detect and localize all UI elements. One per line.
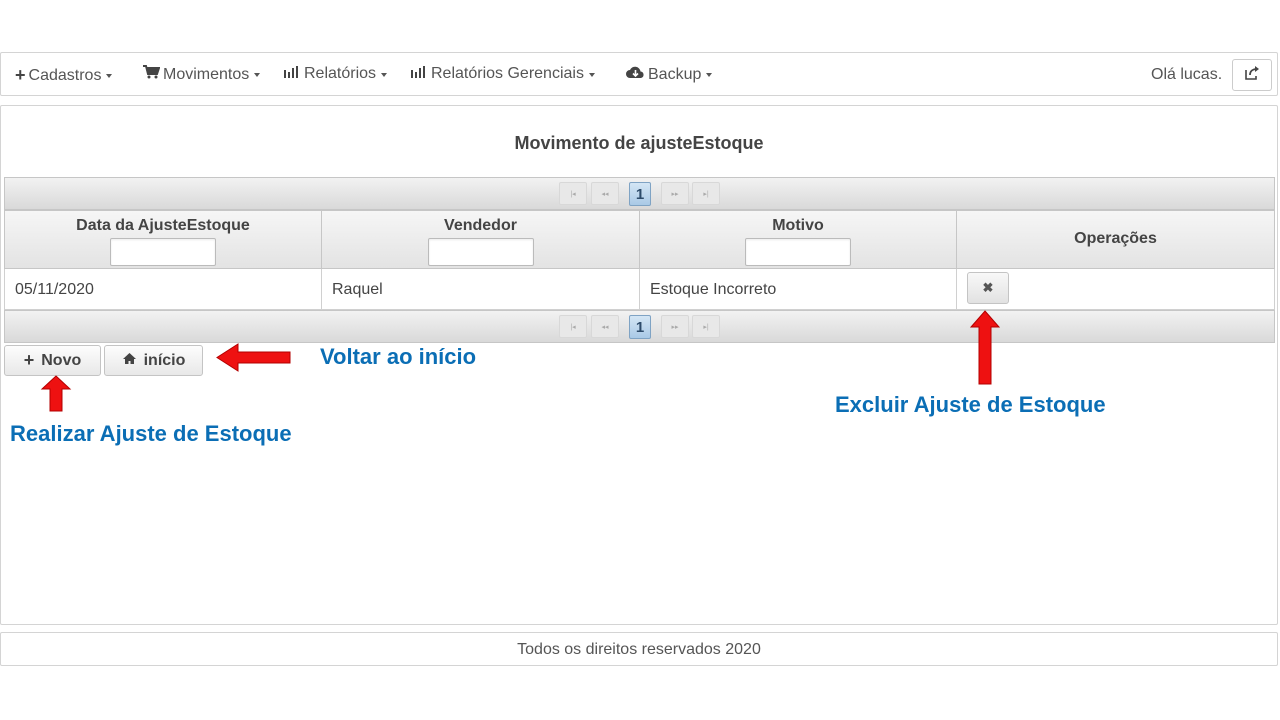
menu-backup-label: Backup xyxy=(648,65,702,83)
cart-icon xyxy=(143,65,161,84)
plus-icon: + xyxy=(15,65,26,85)
column-header-vendedor: Vendedor xyxy=(322,211,640,268)
inicio-button-label: início xyxy=(143,351,186,369)
logout-button[interactable] xyxy=(1232,59,1272,91)
current-page[interactable]: 1 xyxy=(629,315,651,339)
bar-chart-icon xyxy=(411,65,428,83)
menu-relatorios-gerenciais-label: Relatórios Gerenciais xyxy=(431,65,584,82)
menu-backup[interactable]: Backup xyxy=(626,65,713,84)
home-icon xyxy=(122,352,137,370)
paginator-bottom: |◂ ◂◂ 1 ▸▸ ▸| xyxy=(4,310,1275,343)
annotation-voltar: Voltar ao início xyxy=(320,344,477,369)
caret-down-icon xyxy=(588,72,595,77)
menu-movimentos-label: Movimentos xyxy=(163,65,250,83)
top-navbar: + Cadastros Movimentos Relatórios Relató… xyxy=(0,52,1278,96)
novo-button-label: Novo xyxy=(41,351,82,369)
column-label: Operações xyxy=(1074,230,1157,247)
last-page-button[interactable]: ▸| xyxy=(692,182,720,205)
annotation-excluir: Excluir Ajuste de Estoque xyxy=(835,392,1106,417)
filter-input-vendedor[interactable] xyxy=(427,238,534,266)
caret-down-icon xyxy=(706,73,713,77)
paginator-top: |◂ ◂◂ 1 ▸▸ ▸| xyxy=(4,177,1275,210)
cell-reason: Estoque Incorreto xyxy=(640,269,957,309)
filter-input-motivo[interactable] xyxy=(745,238,851,266)
page-title: Movimento de ajusteEstoque xyxy=(514,133,764,153)
column-header-operacoes: Operações xyxy=(957,211,1274,268)
column-header-data: Data da AjusteEstoque xyxy=(5,211,322,268)
menu-relatorios[interactable]: Relatórios xyxy=(284,65,388,83)
menu-movimentos[interactable]: Movimentos xyxy=(143,65,261,84)
cell-date: 05/11/2020 xyxy=(5,269,322,309)
user-greeting: Olá lucas. xyxy=(1151,66,1223,83)
menu-cadastros[interactable]: + Cadastros xyxy=(15,65,113,86)
cell-seller: Raquel xyxy=(322,269,640,309)
footer-text: Todos os direitos reservados 2020 xyxy=(517,641,761,658)
menu-cadastros-label: Cadastros xyxy=(28,66,102,84)
menu-relatorios-label: Relatórios xyxy=(304,65,377,82)
delete-row-button[interactable]: ✖ xyxy=(967,272,1009,304)
novo-button[interactable]: + Novo xyxy=(4,345,101,376)
filter-input-data[interactable] xyxy=(110,238,216,266)
caret-down-icon xyxy=(381,72,388,77)
column-label: Data da AjusteEstoque xyxy=(76,217,250,234)
prev-page-button[interactable]: ◂◂ xyxy=(591,182,619,205)
arrow-up-icon xyxy=(40,375,72,412)
cloud-icon xyxy=(626,65,645,84)
annotation-realizar: Realizar Ajuste de Estoque xyxy=(10,421,292,446)
table-row: 05/11/2020 Raquel Estoque Incorreto ✖ xyxy=(4,269,1275,310)
table-header: Data da AjusteEstoque Vendedor Motivo Op… xyxy=(4,210,1275,269)
caret-down-icon xyxy=(106,74,113,78)
caret-down-icon xyxy=(254,73,261,77)
close-icon: ✖ xyxy=(982,280,994,295)
arrow-left-icon xyxy=(216,343,291,372)
column-header-motivo: Motivo xyxy=(640,211,957,268)
first-page-button[interactable]: |◂ xyxy=(559,182,587,205)
column-label: Vendedor xyxy=(444,217,517,234)
column-label: Motivo xyxy=(772,217,824,234)
share-icon xyxy=(1244,65,1260,85)
current-page[interactable]: 1 xyxy=(629,182,651,206)
plus-icon: + xyxy=(23,350,35,370)
next-page-button[interactable]: ▸▸ xyxy=(661,182,689,205)
next-page-button[interactable]: ▸▸ xyxy=(661,315,689,338)
first-page-button[interactable]: |◂ xyxy=(559,315,587,338)
footer: Todos os direitos reservados 2020 xyxy=(0,632,1278,666)
inicio-button[interactable]: início xyxy=(104,345,203,376)
last-page-button[interactable]: ▸| xyxy=(692,315,720,338)
bar-chart-icon xyxy=(284,65,301,83)
arrow-up-icon xyxy=(969,310,1001,385)
menu-relatorios-gerenciais[interactable]: Relatórios Gerenciais xyxy=(411,65,595,83)
prev-page-button[interactable]: ◂◂ xyxy=(591,315,619,338)
